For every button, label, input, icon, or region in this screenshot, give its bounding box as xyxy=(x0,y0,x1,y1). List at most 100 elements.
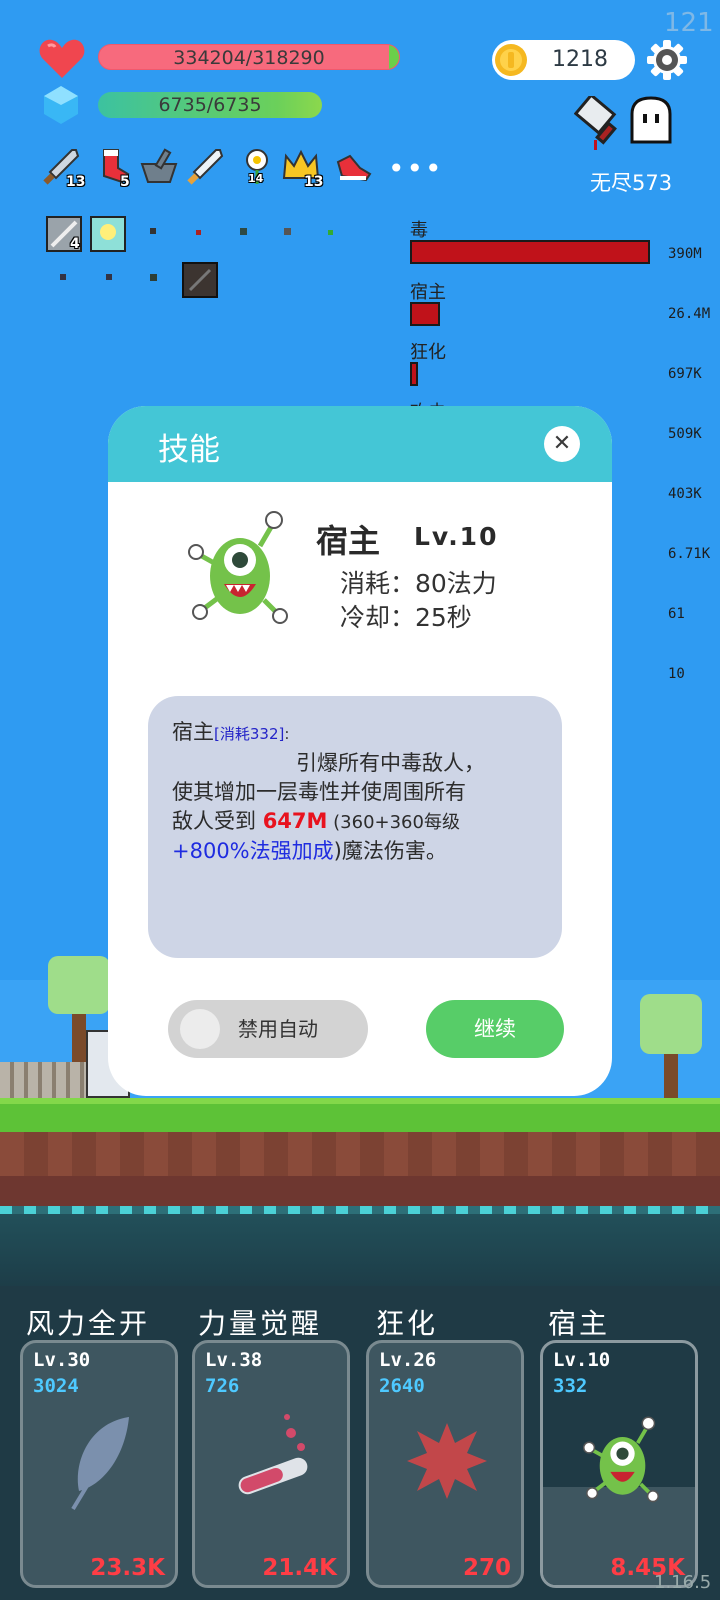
stat-bar-rage xyxy=(410,362,418,386)
desc-line: 敌人受到 xyxy=(172,809,263,833)
skill-level: Lv.10 xyxy=(414,522,499,551)
endless-mode-label: 无尽573 xyxy=(590,171,673,195)
ghost-icon[interactable] xyxy=(628,96,674,144)
tiny-item-icon xyxy=(328,230,333,235)
skill-dialog: 技能 ✕ 宿主 Lv.10 消耗：80法力 冷却：25秒 宿主[消耗332]: … xyxy=(108,406,612,1096)
skill-card-wind[interactable]: Lv.30 3024 23.3K xyxy=(20,1340,178,1588)
skill-title: 风力全开 xyxy=(26,1307,151,1340)
monster-icon xyxy=(188,511,288,624)
item-badge: 4 xyxy=(70,236,80,252)
skill-damage: 270 xyxy=(462,1555,511,1581)
potion-icon xyxy=(238,1414,308,1495)
skill-level: Lv.10 xyxy=(553,1349,611,1371)
desc-damage-value: 647M xyxy=(262,809,328,833)
dark-item-icon[interactable] xyxy=(182,262,218,298)
item-badge: 13 xyxy=(66,174,86,190)
desc-line: 引爆所有中毒敌人， xyxy=(296,751,485,775)
stat-bar-poison xyxy=(410,240,650,264)
skill-card-rage[interactable]: Lv.26 2640 270 xyxy=(366,1340,524,1588)
desc-bonus: +800%法强加成 xyxy=(172,839,334,863)
skill-title: 宿主 xyxy=(548,1307,611,1340)
version-label: 1.16.5 xyxy=(654,1572,712,1593)
fps-counter: 121 xyxy=(664,8,714,38)
skill-title: 狂化 xyxy=(376,1307,439,1340)
stat-value: 10 xyxy=(668,666,685,682)
item-badge: 13 xyxy=(304,174,324,190)
stat-value: 403K xyxy=(668,486,702,502)
more-items-icon[interactable]: ••• xyxy=(388,152,444,185)
stat-label: 毒 xyxy=(410,220,428,241)
dialog-header: 技能 ✕ xyxy=(108,406,612,482)
skill-card-host[interactable]: Lv.10 332 8.45K xyxy=(540,1340,698,1588)
gear-icon[interactable] xyxy=(647,40,687,80)
dirt-ground-lower xyxy=(0,1176,720,1206)
water-edge xyxy=(0,1206,720,1214)
toggle-knob xyxy=(180,1009,220,1049)
skill-title: 力量觉醒 xyxy=(198,1307,323,1340)
water xyxy=(0,1214,720,1286)
splat-icon xyxy=(407,1423,487,1499)
stat-label: 狂化 xyxy=(410,342,446,363)
stat-value: 61 xyxy=(668,606,685,622)
feather-icon xyxy=(71,1417,129,1511)
desc-skill-name: 宿主 xyxy=(172,720,214,744)
tiny-item-icon xyxy=(196,230,201,235)
skill-cost: 332 xyxy=(553,1375,588,1397)
dialog-title: 技能 xyxy=(158,432,220,468)
close-button[interactable]: ✕ xyxy=(544,426,580,462)
mp-bar: 6735/6735 xyxy=(98,92,322,118)
tree-icon xyxy=(640,994,702,1054)
hp-text: 334204/318290 xyxy=(173,47,325,69)
skill-cost: 3024 xyxy=(33,1375,79,1397)
toggle-label: 禁用自动 xyxy=(238,1017,318,1041)
mortar-icon[interactable] xyxy=(140,148,178,186)
monster-icon xyxy=(583,1416,659,1503)
stat-value: 26.4M xyxy=(668,306,711,322)
skill-name: 宿主 xyxy=(316,522,381,560)
cleaver-icon[interactable] xyxy=(574,96,622,152)
stat-value: 697K xyxy=(668,366,702,382)
shoe-icon[interactable] xyxy=(334,148,372,186)
item-badge: 5 xyxy=(120,174,130,190)
auto-cast-toggle[interactable]: 禁用自动 xyxy=(168,1000,368,1058)
skill-cost: 消耗：80法力 xyxy=(340,569,497,598)
skill-description-box: 宿主[消耗332]: 引爆所有中毒敌人， 使其增加一层毒性并使周围所有 敌人受到… xyxy=(148,696,562,958)
tiny-item-icon xyxy=(60,274,66,280)
desc-colon: : xyxy=(284,725,290,743)
coin-count: 1218 xyxy=(552,47,608,72)
skill-card-power[interactable]: Lv.38 726 21.4K xyxy=(192,1340,350,1588)
skill-cost: 726 xyxy=(205,1375,240,1397)
stat-value: 390M xyxy=(668,246,702,262)
skill-cost: 2640 xyxy=(379,1375,425,1397)
continue-button[interactable]: 继续 xyxy=(426,1000,564,1058)
tree-icon xyxy=(48,956,110,1014)
skill-damage: 23.3K xyxy=(90,1555,165,1581)
tiny-item-icon xyxy=(150,274,157,281)
desc-line: 使其增加一层毒性并使周围所有 xyxy=(172,780,466,804)
tree-trunk xyxy=(664,1054,678,1100)
skill-damage: 21.4K xyxy=(262,1555,337,1581)
desc-line: )魔法伤害。 xyxy=(333,839,447,863)
mana-crystal-icon xyxy=(44,86,78,124)
skill-level: Lv.30 xyxy=(33,1349,91,1371)
item-row: 13 5 14 13 xyxy=(42,148,392,196)
grass-ground xyxy=(0,1098,720,1132)
hp-bar: 334204/318290 xyxy=(98,44,400,70)
stat-value: 6.71K xyxy=(668,546,711,562)
bulb-icon[interactable] xyxy=(90,216,126,252)
heart-icon xyxy=(39,39,85,78)
tiny-item-icon xyxy=(240,228,247,235)
tiny-item-icon xyxy=(106,274,112,280)
skill-level: Lv.26 xyxy=(379,1349,437,1371)
stat-value: 509K xyxy=(668,426,702,442)
skill-cooldown: 冷却：25秒 xyxy=(340,603,472,632)
stat-label: 宿主 xyxy=(410,282,446,303)
item-badge: 14 xyxy=(248,172,264,185)
tiny-item-icon xyxy=(150,228,156,234)
silver-sword-icon[interactable] xyxy=(186,148,224,186)
desc-mana-cost: [消耗332] xyxy=(214,725,285,743)
desc-line: (360+360每级 xyxy=(327,812,460,833)
tiny-item-icon xyxy=(284,228,291,235)
stat-bar-host xyxy=(410,302,440,326)
mp-text: 6735/6735 xyxy=(158,94,262,116)
